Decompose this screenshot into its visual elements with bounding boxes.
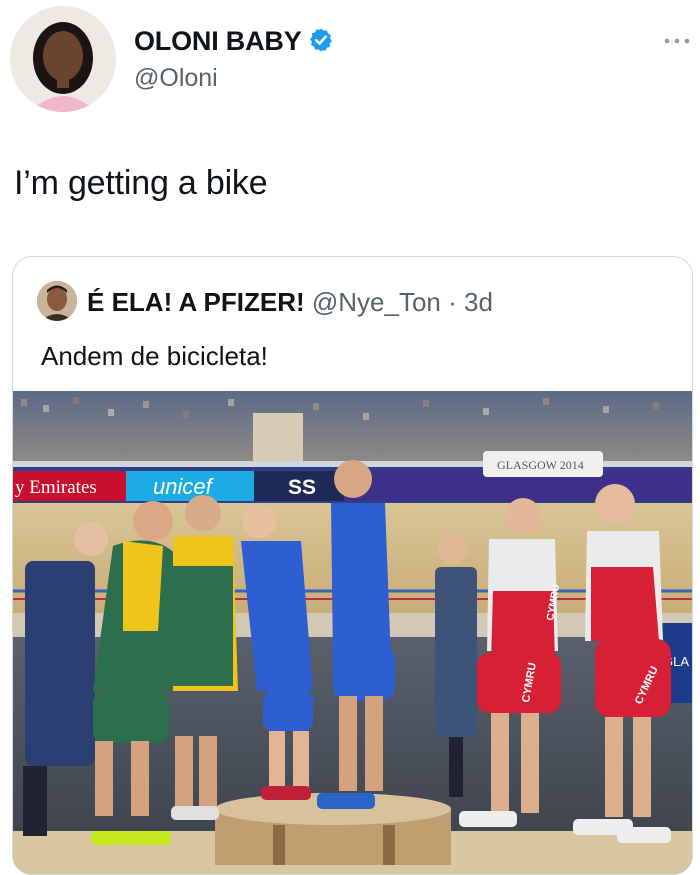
author-display-name[interactable]: OLONI BABY	[134, 26, 334, 57]
quoted-avatar-image	[37, 281, 77, 321]
more-options-icon[interactable]	[664, 36, 690, 46]
quoted-author-avatar[interactable]	[37, 281, 77, 321]
author-name-text: OLONI BABY	[134, 26, 302, 56]
quoted-tweet-card[interactable]: É ELA! A PFIZER! @Nye_Ton · 3d Andem de …	[12, 256, 693, 875]
banner-sse: SS	[288, 476, 316, 499]
author-handle[interactable]: @Oloni	[134, 64, 218, 93]
avatar-image	[10, 6, 116, 112]
banner-emirates: y Emirates	[15, 477, 97, 498]
quoted-separator: ·	[448, 287, 457, 317]
quoted-tweet-photo[interactable]: y Emirates unicef SS GLASGOW 2014 GLA CY…	[13, 391, 692, 874]
author-avatar[interactable]	[10, 6, 116, 112]
tweet-text: I’m getting a bike	[14, 164, 268, 202]
quoted-display-name[interactable]: É ELA! A PFIZER!	[87, 287, 305, 317]
podium-photo: y Emirates unicef SS GLASGOW 2014 GLA CY…	[13, 391, 692, 874]
verified-badge-icon	[309, 28, 332, 52]
quoted-header: É ELA! A PFIZER! @Nye_Ton · 3d	[87, 287, 493, 318]
banner-glasgow: GLASGOW 2014	[497, 458, 584, 472]
quoted-time[interactable]: 3d	[464, 287, 493, 317]
quoted-tweet-text: Andem de bicicleta!	[41, 341, 268, 371]
quoted-handle[interactable]: @Nye_Ton	[312, 287, 441, 317]
